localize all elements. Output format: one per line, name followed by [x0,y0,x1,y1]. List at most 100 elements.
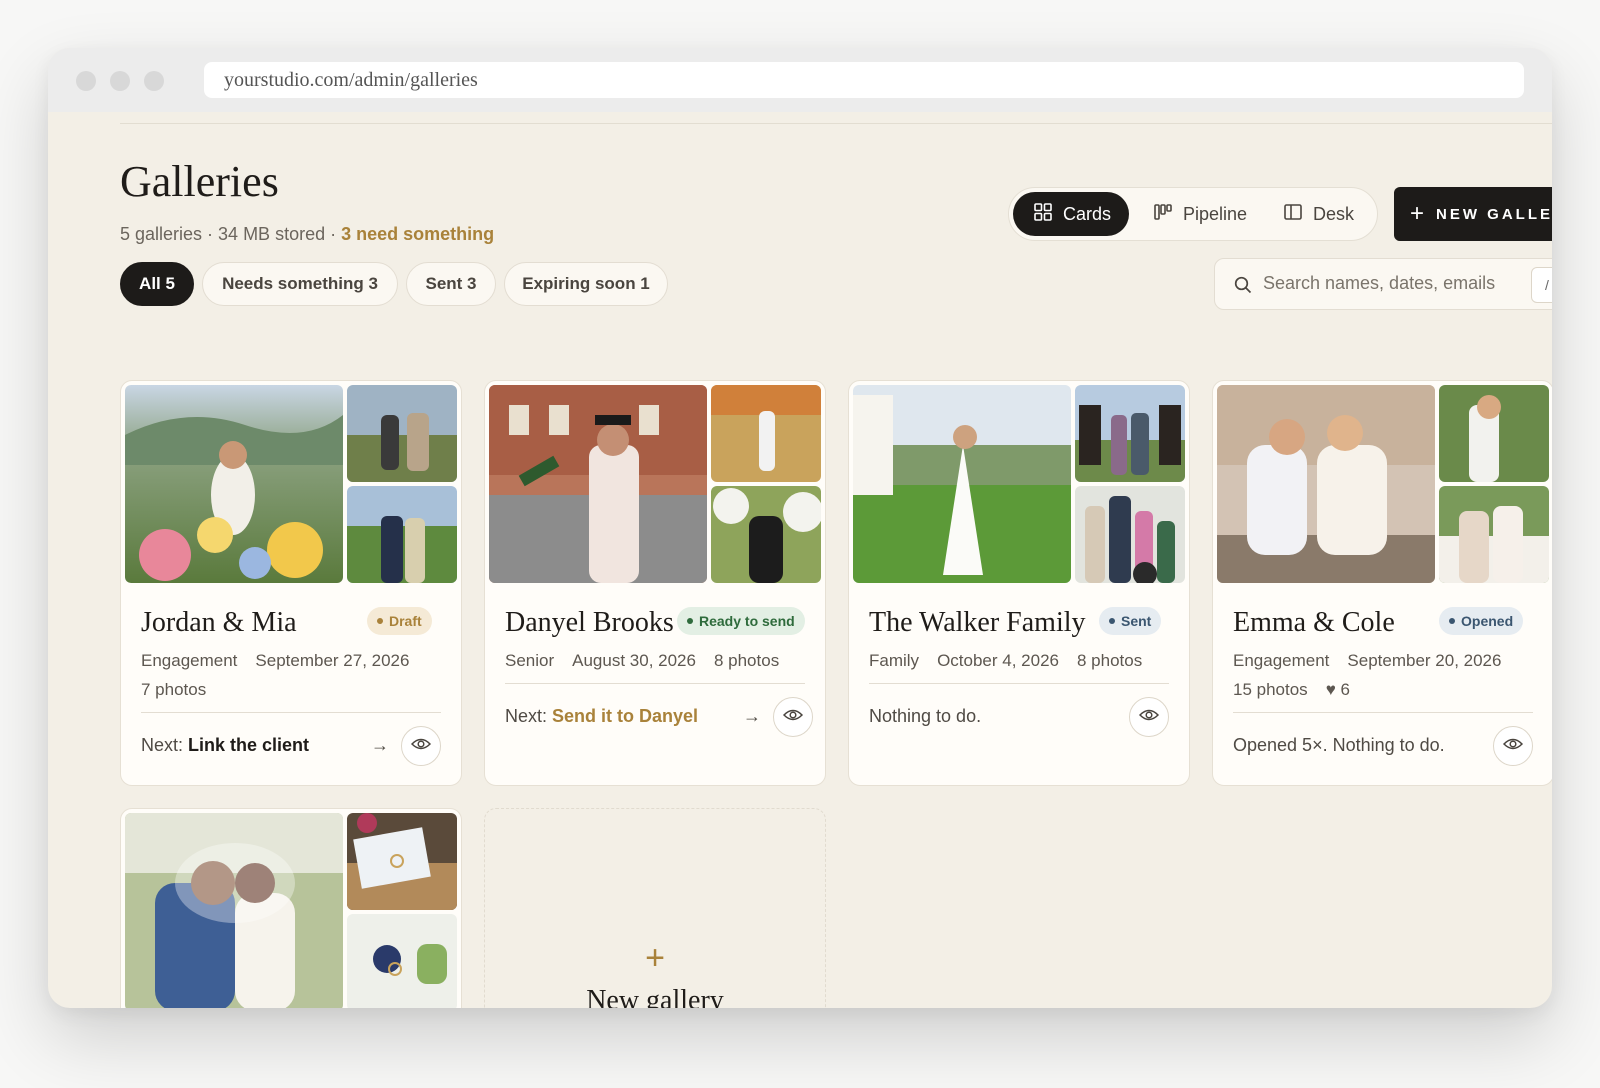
gallery-card[interactable]: Emma & Cole Opened Engagement September 2… [1212,380,1552,786]
status-badge: Ready to send [677,607,805,635]
gallery-thumb-photo [347,813,457,910]
view-desk-label: Desk [1313,203,1355,224]
view-cards-label: Cards [1063,203,1112,224]
gallery-thumb-photo [1075,486,1185,583]
gallery-thumb-photo [347,385,457,482]
address-bar[interactable]: yourstudio.com/admin/galleries [204,62,1524,98]
next-action[interactable]: Link the client [188,735,309,755]
gallery-photo-count: 15 photos [1233,680,1308,699]
next-label: Next: [141,735,184,755]
gallery-date: October 4, 2026 [937,651,1059,670]
gallery-photo-count: 7 photos [141,680,207,699]
gallery-date: September 27, 2026 [255,651,410,670]
gallery-thumb-photo [711,385,821,482]
gallery-card[interactable] [120,808,462,1008]
status-dot [1449,618,1455,624]
subtitle-needs-attention[interactable]: 3 need something [341,224,494,244]
gallery-cover-photo [125,813,343,1008]
gallery-date: September 20, 2026 [1347,651,1502,670]
status-label: Sent [1121,613,1152,629]
next-action[interactable]: Send it to Danyel [552,706,698,726]
arrow-right-icon[interactable]: → [743,706,761,727]
arrow-right-icon[interactable]: → [371,735,389,756]
search-icon [1233,275,1253,300]
gallery-type: Engagement [1233,651,1330,670]
next-label: Next: [505,706,548,726]
grid-icon [1033,202,1053,227]
preview-button[interactable] [773,697,813,737]
preview-button[interactable] [1129,697,1169,737]
card-footer-text: Nothing to do. [869,706,982,726]
window-maximize-dot[interactable] [144,71,164,91]
filter-chip-needs-something[interactable]: Needs something 3 [202,262,398,306]
preview-button[interactable] [1493,726,1533,766]
gallery-type: Family [869,651,920,670]
browser-window: yourstudio.com/admin/galleries Galleries… [48,48,1552,1008]
view-toggle: Cards Pipeline Desk [1008,187,1378,241]
gallery-card[interactable]: Danyel Brooks Ready to send Senior August… [484,380,826,786]
gallery-meta: Senior August 30, 2026 8 photos [505,651,797,671]
new-gallery-button-label: NEW GALLERY [1436,205,1552,223]
gallery-thumb-photo [1075,385,1185,482]
gallery-meta: Engagement September 27, 2026 [141,651,427,671]
gallery-name: Emma & Cole [1233,607,1395,638]
page-subtitle: 5 galleries · 34 MB stored · 3 need some… [120,224,494,245]
panel-icon [1283,202,1303,227]
view-pipeline-button[interactable]: Pipeline [1133,192,1257,236]
gallery-thumb-photo [711,486,821,583]
gallery-type: Engagement [141,651,238,670]
eye-icon [1502,737,1524,756]
gallery-thumb-photo [347,914,457,1008]
preview-button[interactable] [401,726,441,766]
filter-chip-sent[interactable]: Sent 3 [406,262,496,306]
view-desk-button[interactable]: Desk [1263,192,1371,236]
gallery-name: Jordan & Mia [141,607,297,638]
status-badge: Draft [367,607,432,635]
status-label: Ready to send [699,613,795,629]
gallery-meta-line2: 15 photos ♥ 6 [1233,680,1368,700]
window-minimize-dot[interactable] [110,71,130,91]
eye-icon [410,737,432,756]
card-divider [141,712,441,713]
status-badge: Opened [1439,607,1524,635]
new-gallery-label: New gallery [586,985,724,1008]
filter-chip-expiring-soon[interactable]: Expiring soon 1 [504,262,668,306]
eye-icon [782,708,804,727]
filter-chip-all[interactable]: All 5 [120,262,194,306]
favorites-count: ♥ 6 [1325,680,1350,699]
top-divider [120,123,1552,124]
status-label: Draft [389,613,422,629]
page-title: Galleries [120,157,279,206]
gallery-type: Senior [505,651,555,670]
search-box[interactable]: Search names, dates, emails / [1214,258,1552,310]
gallery-thumb-photo [1439,486,1549,583]
view-cards-button[interactable]: Cards [1013,192,1129,236]
gallery-cover-photo [1217,385,1435,583]
gallery-cover-photo [125,385,343,583]
gallery-cover-photo [853,385,1071,583]
gallery-meta-line2: 7 photos [141,680,224,700]
status-label: Opened [1461,613,1514,629]
plus-icon: + [1410,200,1425,227]
gallery-cover-photo [489,385,707,583]
next-step: Next: Link the client [141,735,309,756]
window-close-dot[interactable] [76,71,96,91]
card-divider [505,683,805,684]
card-divider [869,683,1169,684]
new-gallery-button[interactable]: + NEW GALLERY [1394,187,1552,241]
eye-icon [1138,708,1160,727]
plus-icon: + [645,939,665,977]
search-input[interactable]: Search names, dates, emails [1263,273,1495,294]
view-pipeline-label: Pipeline [1183,203,1248,224]
card-footer-text: Opened 5×. Nothing to do. [1233,735,1445,755]
gallery-name: Danyel Brooks [505,607,674,638]
gallery-card[interactable]: Jordan & Mia Draft Engagement September 2… [120,380,462,786]
browser-chrome: yourstudio.com/admin/galleries [48,48,1552,112]
status-dot [687,618,693,624]
gallery-name: The Walker Family [869,607,1086,638]
gallery-card[interactable]: The Walker Family Sent Family October 4, … [848,380,1190,786]
gallery-meta: Family October 4, 2026 8 photos [869,651,1160,671]
kanban-icon [1153,202,1173,227]
gallery-meta: Engagement September 20, 2026 [1233,651,1519,671]
new-gallery-card[interactable]: + New gallery [484,808,826,1008]
